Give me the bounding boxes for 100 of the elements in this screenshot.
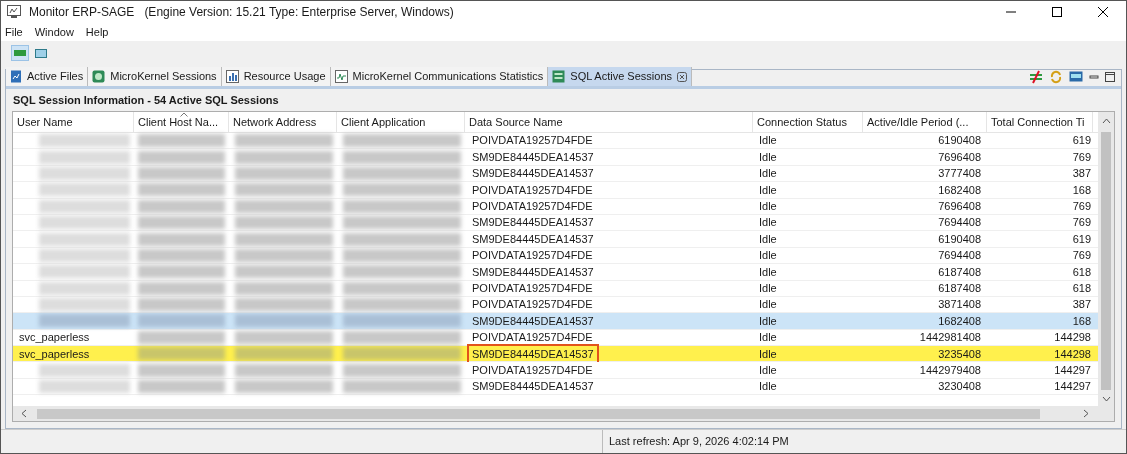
table-row[interactable]: SM9DE84445DEA14537 Idle 7696408 769 [13, 149, 1098, 166]
table-cell-text: SM9DE84445DEA14537 [471, 264, 595, 280]
table-cell-text: 168 [1071, 182, 1092, 198]
table-cell-text: Idle [758, 379, 778, 395]
table-cell-text: 769 [1071, 215, 1092, 231]
table-cell-text: Idle [758, 264, 778, 280]
column-header[interactable]: Connection Status [753, 112, 863, 132]
column-header[interactable]: Client Application [337, 112, 465, 132]
table-cell-text: Idle [758, 133, 778, 149]
database-icon [552, 70, 566, 83]
table-cell-text: 7694408 [937, 248, 982, 264]
table-cell-text: POIVDATA19257D4FDE [471, 330, 594, 346]
table-cell-text: 769 [1071, 149, 1092, 165]
table-cell-text: POIVDATA19257D4FDE [471, 362, 594, 378]
bar-chart-icon [225, 70, 239, 83]
column-header[interactable]: Network Address [229, 112, 337, 132]
horizontal-scrollbar[interactable] [13, 406, 1114, 421]
toolbar-button[interactable] [11, 45, 29, 61]
document-icon [10, 70, 22, 83]
table-cell-text: Idle [758, 362, 778, 378]
table-cell-text: 144298 [1053, 330, 1092, 346]
table-cell-text: POIVDATA19257D4FDE [471, 248, 594, 264]
menu-item[interactable]: File [5, 23, 23, 41]
table-cell-text: 387 [1071, 297, 1092, 313]
table-cell-text: 387 [1071, 166, 1092, 182]
tab-label: Active Files [27, 69, 84, 85]
column-header[interactable]: User Name [13, 112, 134, 132]
table-cell-text: 7694408 [937, 215, 982, 231]
disconnect-icon[interactable] [1029, 69, 1043, 84]
table-cell-text: 144298 [1053, 346, 1092, 362]
refresh-icon[interactable] [1049, 69, 1063, 84]
table-cell-text: 769 [1071, 248, 1092, 264]
table-cell-text: 7696408 [937, 149, 982, 165]
close-icon[interactable] [677, 71, 687, 82]
tab-label: MicroKernel Sessions [110, 69, 217, 85]
table-cell-text: 769 [1071, 199, 1092, 214]
table-cell-text: svc_paperless [18, 346, 91, 362]
table-cell-text: SM9DE84445DEA14537 [471, 379, 595, 395]
connection-icon [14, 49, 26, 57]
menu-item[interactable]: Help [85, 23, 109, 41]
table-cell-text: Idle [758, 166, 778, 182]
close-icon [1098, 7, 1108, 17]
table-cell-text: svc_paperless [18, 330, 91, 346]
monitor-app-icon [7, 5, 21, 19]
table-cell-text: 6187408 [937, 280, 982, 296]
table-cell-text: 1682408 [937, 313, 982, 329]
window-title: Monitor ERP-SAGE [29, 4, 135, 21]
menu-item[interactable]: Window [34, 23, 74, 41]
table-cell-text: 144297 [1053, 379, 1092, 395]
table-cell-text: 619 [1071, 231, 1092, 247]
tab[interactable]: Resource Usage [221, 67, 331, 86]
table-row[interactable]: POIVDATA19257D4FDE Idle 6190408 619 [13, 133, 1098, 150]
column-header[interactable]: Client Host Na... [134, 112, 229, 132]
table-cell-text: Idle [758, 182, 778, 198]
table-cell-text: SM9DE84445DEA14537 [471, 166, 595, 182]
column-header[interactable]: Active/Idle Period (... [863, 112, 987, 132]
counter-icon[interactable] [1069, 71, 1083, 82]
table-cell-text: 1442979408 [918, 362, 982, 378]
table-cell-text: 6187408 [937, 264, 982, 280]
table-row[interactable]: POIVDATA19257D4FDE Idle 1442979408 144297 [13, 362, 1098, 379]
table-cell-text: 168 [1071, 313, 1092, 329]
table-cell-text: POIVDATA19257D4FDE [471, 133, 594, 149]
table-row[interactable]: SM9DE84445DEA14537 Idle 6190408 619 [13, 231, 1098, 248]
table-row[interactable]: svc_paperless SM9DE84445DEA14537 Idle 3235408 144298 [13, 346, 1098, 363]
table-cell-text: Idle [758, 297, 778, 313]
table-cell-text: SM9DE84445DEA14537 [471, 149, 595, 165]
tab[interactable]: MicroKernel Communications Statistics [330, 67, 549, 86]
table-cell-text: 3235408 [937, 346, 982, 362]
scroll-up-icon[interactable] [1101, 118, 1111, 124]
scroll-down-icon[interactable] [1101, 396, 1111, 402]
table-cell-text: Idle [758, 346, 778, 362]
table-cell-text: 618 [1071, 280, 1092, 296]
tab[interactable]: SQL Active Sessions [548, 67, 692, 86]
table-row[interactable]: SM9DE84445DEA14537 Idle 1682408 168 [13, 313, 1098, 330]
window-subtitle: (Engine Version: 15.21 Type: Enterprise Server, Windows) [144, 4, 454, 21]
table-cell-text: 1682408 [937, 182, 982, 198]
maximize-view-icon[interactable] [1105, 71, 1115, 82]
maximize-icon [1052, 7, 1062, 17]
table-cell-text: 6190408 [937, 133, 982, 149]
table-cell-text: Idle [758, 215, 778, 231]
table-cell-text: Idle [758, 199, 778, 214]
table-cell-text: SM9DE84445DEA14537 [471, 231, 595, 247]
column-header[interactable]: Total Connection Ti [987, 112, 1093, 132]
table-cell-text: POIVDATA19257D4FDE [471, 280, 594, 296]
table-cell-text: 619 [1071, 133, 1092, 149]
table-cell-text: 144297 [1053, 362, 1092, 378]
tab[interactable]: Active Files [6, 67, 89, 86]
table-cell-text: 618 [1071, 264, 1092, 280]
table-cell-text: Idle [758, 149, 778, 165]
tab[interactable]: MicroKernel Sessions [88, 67, 222, 86]
tab-label: MicroKernel Communications Statistics [352, 69, 544, 85]
table-cell-text: 7696408 [937, 199, 982, 214]
column-header[interactable]: Data Source Name [465, 112, 753, 132]
table-cell-text: SM9DE84445DEA14537 [471, 215, 595, 231]
table-row[interactable]: SM9DE84445DEA14537 Idle 6187408 618 [13, 264, 1098, 281]
vertical-scrollbar[interactable] [1098, 112, 1114, 406]
table-row[interactable]: POIVDATA19257D4FDE Idle 1682408 168 [13, 182, 1098, 199]
line-chart-icon [334, 70, 348, 83]
tab-label: SQL Active Sessions [570, 69, 672, 85]
session-icon [92, 70, 106, 83]
